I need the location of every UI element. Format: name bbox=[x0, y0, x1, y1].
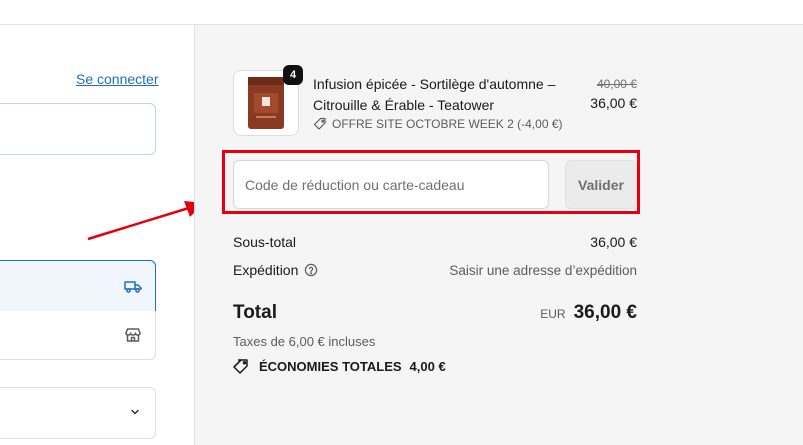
savings-tag-icon bbox=[233, 359, 248, 374]
email-field[interactable] bbox=[0, 103, 156, 155]
product-discount: OFFRE SITE OCTOBRE WEEK 2 (-4,00 €) bbox=[313, 117, 563, 131]
product-name: Infusion épicée - Sortilège d'automne – … bbox=[313, 76, 556, 113]
total-row: Total EUR 36,00 € bbox=[233, 302, 637, 324]
login-link[interactable]: Se connecter bbox=[76, 71, 159, 87]
total-amount: 36,00 € bbox=[573, 302, 637, 323]
subtotal-label: Sous-total bbox=[233, 234, 297, 250]
discounted-price: 36,00 € bbox=[590, 95, 637, 111]
shipping-row: Expédition Saisir une adresse d’expéditi… bbox=[233, 262, 637, 278]
savings-label: ÉCONOMIES TOTALES bbox=[259, 358, 402, 374]
chevron-down-icon bbox=[131, 409, 139, 415]
subtotal-value: 36,00 € bbox=[590, 234, 637, 250]
shipping-value: Saisir une adresse d’expédition bbox=[449, 262, 637, 278]
store-icon bbox=[125, 328, 141, 342]
savings-value: 4,00 € bbox=[409, 358, 446, 374]
original-price: 40,00 € bbox=[596, 77, 637, 91]
discount-text: OFFRE SITE OCTOBRE WEEK 2 (-4,00 €) bbox=[332, 117, 563, 131]
quantity-badge: 4 bbox=[283, 65, 303, 85]
taxes-note: Taxes de 6,00 € incluses bbox=[233, 334, 376, 349]
subtotal-row: Sous-total 36,00 € bbox=[233, 234, 637, 250]
delivery-truck-icon bbox=[124, 281, 142, 293]
tag-icon bbox=[313, 117, 326, 130]
top-bar bbox=[0, 0, 803, 25]
total-label: Total bbox=[233, 302, 277, 323]
delivery-option-pickup[interactable] bbox=[0, 311, 156, 360]
shipping-label: Expédition bbox=[233, 262, 299, 278]
apply-discount-button[interactable]: Valider bbox=[565, 160, 637, 209]
discount-code-input[interactable] bbox=[233, 160, 549, 209]
country-select[interactable] bbox=[0, 387, 156, 439]
help-circle-icon[interactable] bbox=[304, 263, 318, 277]
total-savings: ÉCONOMIES TOTALES 4,00 € bbox=[233, 358, 446, 374]
delivery-option-shipping[interactable] bbox=[0, 260, 156, 312]
annotation-arrow bbox=[87, 201, 204, 241]
currency-code: EUR bbox=[540, 307, 566, 321]
